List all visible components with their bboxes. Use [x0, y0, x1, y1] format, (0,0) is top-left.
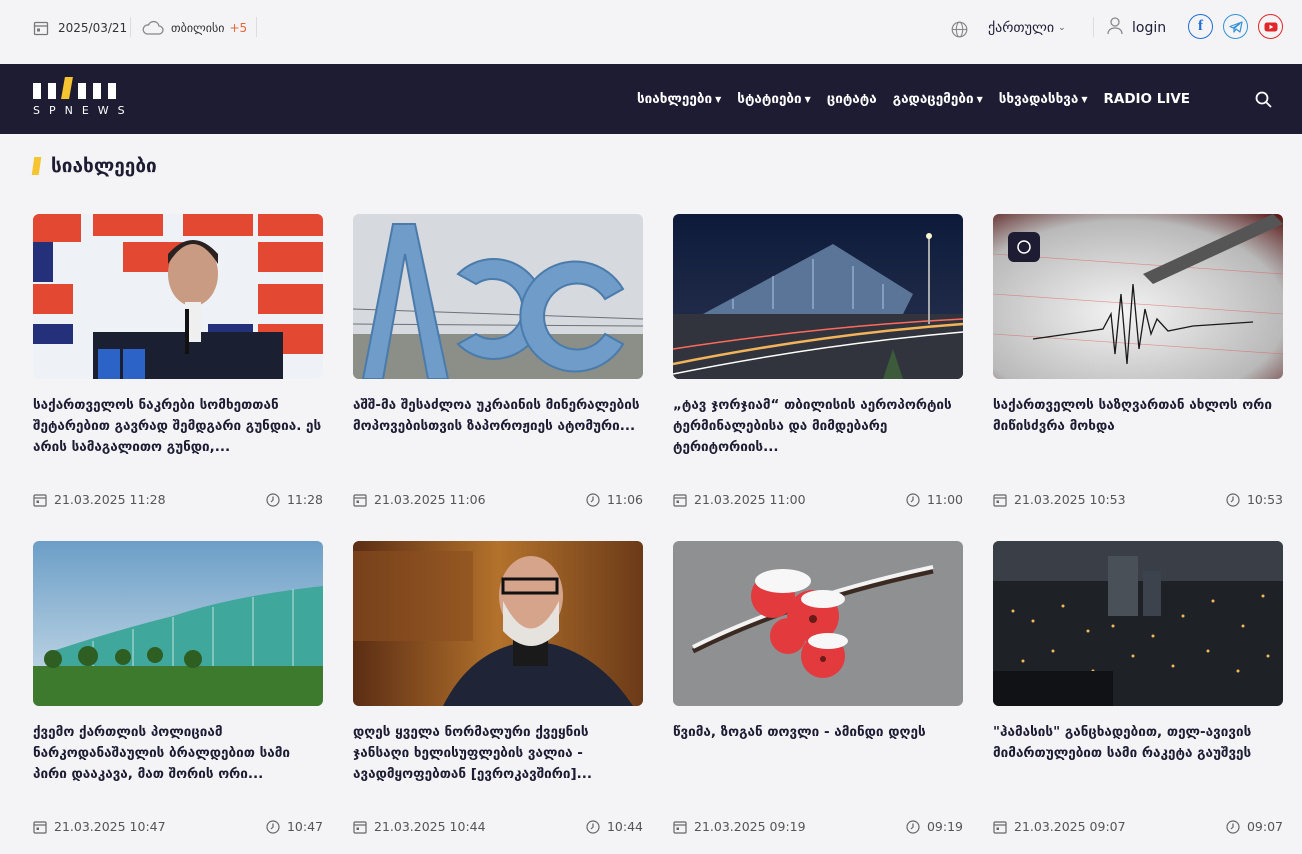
article-date: 21.03.2025 09:07: [1014, 819, 1126, 834]
caret-down-icon: ▼: [976, 94, 983, 104]
globe-icon[interactable]: [951, 19, 968, 39]
date-text: 2025/03/21: [58, 21, 128, 35]
site-logo[interactable]: SPNEWS: [33, 77, 143, 122]
article-meta: 21.03.2025 11:06 11:06: [353, 492, 643, 508]
caret-down-icon: ▼: [804, 94, 811, 104]
nav-menu: სიახლეები ▼ სტატიები ▼ ციტატა გადაცემები ▼ …: [637, 91, 1206, 107]
article-time: 10:53: [1246, 492, 1283, 507]
article-meta: 21.03.2025 11:28 11:28: [33, 492, 323, 508]
article-date: 21.03.2025 11:28: [54, 492, 166, 507]
calendar-icon: [993, 493, 1007, 507]
article-date: 21.03.2025 11:00: [694, 492, 806, 507]
section-title: სიახლეები: [51, 155, 157, 177]
nav-item-shows[interactable]: გადაცემები ▼: [893, 91, 983, 107]
article-thumbnail[interactable]: [353, 214, 643, 379]
article-title[interactable]: აშშ-მა შესაძლოა უკრაინის მინერალების მოპ…: [353, 395, 643, 459]
article-date: 21.03.2025 10:47: [54, 819, 166, 834]
article-title[interactable]: ქვემო ქართლის პოლიციამ ნარკოდანაშაულის ბ…: [33, 722, 323, 786]
caret-down-icon: ▼: [1081, 94, 1088, 104]
news-card[interactable]: აშშ-მა შესაძლოა უკრაინის მინერალების მოპ…: [353, 214, 643, 507]
article-meta: 21.03.2025 10:47 10:47: [33, 819, 323, 835]
news-card[interactable]: საქართველოს საზღვართან ახლოს ორი მიწისძვ…: [993, 214, 1283, 507]
city-name: თბილისი: [171, 21, 225, 35]
clock-icon: [586, 492, 600, 507]
article-date: 21.03.2025 09:19: [694, 819, 806, 834]
nav-item-articles[interactable]: სტატიები ▼: [737, 91, 811, 107]
nav-item-radio-live[interactable]: RADIO LIVE: [1103, 91, 1190, 107]
calendar-icon: [673, 493, 687, 507]
news-card[interactable]: ქვემო ქართლის პოლიციამ ნარკოდანაშაულის ბ…: [33, 541, 323, 834]
temperature: +5: [229, 21, 248, 35]
calendar-icon: [993, 820, 1007, 834]
article-thumbnail[interactable]: [673, 541, 963, 706]
article-thumbnail[interactable]: [993, 541, 1283, 706]
article-time: 11:00: [926, 492, 963, 507]
language-selector[interactable]: ქართული ⌄: [988, 18, 1066, 38]
news-card[interactable]: „ტავ ჯორჯიამ“ თბილისის აეროპორტის ტერმინ…: [673, 214, 963, 507]
weather-widget: თბილისი +5: [142, 18, 247, 38]
facebook-icon[interactable]: f: [1188, 14, 1213, 39]
news-card[interactable]: საქართველოს ნაკრები სომხეთთან შეტარებით …: [33, 214, 323, 507]
search-icon[interactable]: [1255, 91, 1272, 112]
article-title[interactable]: წვიმა, ზოგან თოვლი - ამინდი დღეს: [673, 722, 963, 786]
current-date: 2025/03/21: [33, 18, 127, 38]
article-meta: 21.03.2025 09:19 09:19: [673, 819, 963, 835]
clock-icon: [266, 492, 280, 507]
article-thumbnail[interactable]: [993, 214, 1283, 379]
calendar-icon: [353, 820, 367, 834]
article-time: 10:44: [606, 819, 643, 834]
telegram-icon[interactable]: [1223, 14, 1248, 39]
article-thumbnail[interactable]: [673, 214, 963, 379]
calendar-icon: [673, 820, 687, 834]
article-meta: 21.03.2025 10:44 10:44: [353, 819, 643, 835]
article-title[interactable]: „ტავ ჯორჯიამ“ თბილისის აეროპორტის ტერმინ…: [673, 395, 963, 459]
article-meta: 21.03.2025 10:53 10:53: [993, 492, 1283, 508]
calendar-icon: [353, 493, 367, 507]
article-thumbnail[interactable]: [33, 541, 323, 706]
article-title[interactable]: "ჰამასის" განცხადებით, თელ-ავივის მიმართ…: [993, 722, 1283, 786]
nav-item-quote[interactable]: ციტატა: [827, 91, 877, 107]
clock-icon: [1226, 492, 1240, 507]
logo-text: SPNEWS: [33, 104, 134, 117]
article-title[interactable]: საქართველოს საზღვართან ახლოს ორი მიწისძვ…: [993, 395, 1283, 459]
cloud-icon: [142, 20, 164, 35]
login-link[interactable]: login: [1132, 18, 1166, 38]
clock-icon: [906, 492, 920, 507]
youtube-icon[interactable]: [1258, 14, 1283, 39]
nav-item-news[interactable]: სიახლეები ▼: [637, 91, 721, 107]
article-meta: 21.03.2025 11:00 11:00: [673, 492, 963, 508]
caret-down-icon: ▼: [715, 94, 722, 104]
news-card[interactable]: "ჰამასის" განცხადებით, თელ-ავივის მიმართ…: [993, 541, 1283, 834]
section-heading: სიახლეები: [31, 155, 157, 177]
top-bar: 2025/03/21 თბილისი +5 ქართული ⌄ login f: [0, 0, 1302, 64]
article-date: 21.03.2025 11:06: [374, 492, 486, 507]
news-card[interactable]: დღეს ყველა ნორმალური ქვეყნის ჯანსაღი ხელ…: [353, 541, 643, 834]
article-time: 09:07: [1246, 819, 1283, 834]
clock-icon: [906, 819, 920, 834]
article-time: 10:47: [286, 819, 323, 834]
clock-icon: [266, 819, 280, 834]
news-card[interactable]: წვიმა, ზოგან თოვლი - ამინდი დღეს 21.03.2…: [673, 541, 963, 834]
article-time: 11:28: [286, 492, 323, 507]
article-date: 21.03.2025 10:53: [1014, 492, 1126, 507]
clock-icon: [1226, 819, 1240, 834]
clock-icon: [586, 819, 600, 834]
article-time: 11:06: [606, 492, 643, 507]
article-meta: 21.03.2025 09:07 09:07: [993, 819, 1283, 835]
chevron-down-icon: ⌄: [1058, 23, 1066, 33]
language-label: ქართული: [988, 20, 1055, 36]
article-date: 21.03.2025 10:44: [374, 819, 486, 834]
article-thumbnail[interactable]: [33, 214, 323, 379]
nav-item-misc[interactable]: სხვადასხვა ▼: [999, 91, 1088, 107]
article-title[interactable]: საქართველოს ნაკრები სომხეთთან შეტარებით …: [33, 395, 323, 459]
user-icon[interactable]: [1107, 16, 1123, 36]
calendar-icon: [33, 493, 47, 507]
main-navbar: SPNEWS სიახლეები ▼ სტატიები ▼ ციტატა გადაც…: [0, 64, 1302, 134]
calendar-icon: [33, 21, 49, 36]
calendar-icon: [33, 820, 47, 834]
article-thumbnail[interactable]: [353, 541, 643, 706]
article-time: 09:19: [926, 819, 963, 834]
article-title[interactable]: დღეს ყველა ნორმალური ქვეყნის ჯანსაღი ხელ…: [353, 722, 643, 786]
